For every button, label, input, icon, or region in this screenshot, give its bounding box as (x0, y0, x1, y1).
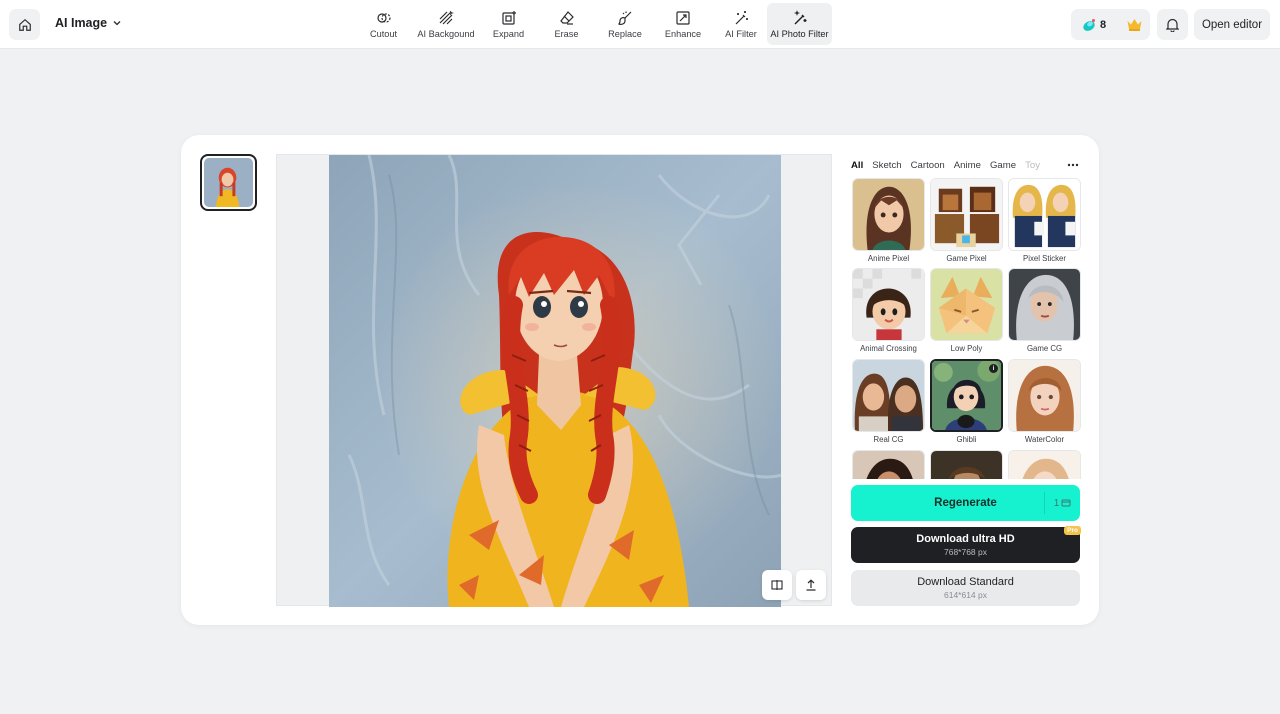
filter-grid: Anime Pixel Game Pixel Pixel Sticker Ani… (851, 177, 1082, 479)
filter-label: WaterColor (1024, 435, 1065, 444)
filter-tile-game-pixel[interactable]: Game Pixel (930, 178, 1003, 263)
tool-cutout[interactable]: Cutout (358, 3, 409, 45)
filter-label: Pixel Sticker (1023, 254, 1066, 263)
chevron-down-icon (113, 21, 121, 26)
credit-count: 8 (1100, 18, 1107, 31)
animal-crossing-preview (853, 269, 924, 340)
compare-button[interactable] (762, 570, 792, 600)
download-hd-label: Download ultra HD (916, 533, 1015, 545)
filter-label: Real CG (873, 435, 904, 444)
top-bar: AI Image Cutout AI Backgound Expand Eras… (0, 0, 1280, 49)
magic-wand-sparkle-icon (793, 9, 806, 24)
filter-category-tabs: All Sketch Cartoon Anime Game Toy (851, 160, 1081, 174)
brush-icon (618, 11, 632, 25)
generated-image (329, 155, 781, 607)
magic-wand-icon (735, 10, 748, 24)
tool-erase[interactable]: Erase (534, 3, 599, 45)
filter-tile-row4-3[interactable] (1008, 450, 1081, 479)
game-pixel-preview (931, 179, 1002, 250)
thumbnail-image (204, 158, 253, 207)
filter-preview-image (1009, 451, 1080, 479)
regenerate-button[interactable]: Regenerate 1 (851, 485, 1080, 521)
filter-label: Game Pixel (946, 254, 987, 263)
eraser-icon (559, 10, 574, 25)
filter-label: Animal Crossing (860, 344, 917, 353)
low-poly-preview (931, 269, 1002, 340)
filter-tile-anime-pixel[interactable]: Anime Pixel (852, 178, 925, 263)
download-ultra-hd-button[interactable]: Download ultra HD 768*768 px Pro (851, 526, 1081, 563)
enhance-icon (676, 10, 690, 25)
filter-tile-row4-1[interactable] (852, 450, 925, 479)
result-card: All Sketch Cartoon Anime Game Toy Anime … (181, 135, 1099, 625)
upload-icon (806, 579, 816, 591)
ai-background-icon (439, 10, 454, 24)
tool-ai-photo-filter[interactable]: AI Photo Filter (767, 3, 832, 45)
download-std-size: 614*614 px (943, 590, 987, 600)
home-button[interactable] (9, 9, 40, 40)
expand-icon (501, 10, 516, 25)
tool-replace[interactable]: Replace (599, 3, 651, 45)
app-title: AI Image (55, 16, 108, 30)
bell-icon (1166, 18, 1179, 32)
download-std-label: Download Standard (917, 576, 1014, 588)
filter-label: Anime Pixel (867, 254, 910, 263)
regenerate-cost: 1 (1044, 492, 1080, 514)
filter-tile-ghibli[interactable]: i Ghibli (930, 359, 1003, 444)
filter-preview-image (853, 451, 924, 479)
anime-pixel-preview (853, 179, 924, 250)
notifications-button[interactable] (1157, 9, 1188, 40)
share-button[interactable] (796, 570, 826, 600)
tool-enhance[interactable]: Enhance (651, 3, 715, 45)
category-tab-sketch[interactable]: Sketch (872, 160, 901, 174)
download-hd-size: 768*768 px (943, 547, 987, 557)
app-switcher[interactable]: AI Image (55, 16, 122, 30)
info-icon[interactable]: i (989, 364, 998, 373)
tool-ai-filter[interactable]: AI Filter (715, 3, 767, 45)
open-editor-button[interactable]: Open editor (1194, 9, 1270, 40)
category-tab-cartoon[interactable]: Cartoon (911, 160, 945, 174)
filter-tile-pixel-sticker[interactable]: Pixel Sticker (1008, 178, 1081, 263)
credit-coin-icon (1083, 18, 1095, 31)
filter-preview-image (931, 451, 1002, 479)
tool-expand[interactable]: Expand (483, 3, 534, 45)
real-cg-preview (853, 360, 924, 431)
filter-label: Ghibli (956, 435, 977, 444)
category-tab-anime[interactable]: Anime (954, 160, 981, 174)
credit-icon (1061, 499, 1071, 507)
tool-bar: Cutout AI Backgound Expand Erase Replace… (358, 3, 832, 45)
more-horizontal-icon (1067, 163, 1079, 167)
pixel-sticker-preview (1009, 179, 1080, 250)
home-icon (18, 18, 31, 31)
result-thumbnail[interactable] (200, 154, 257, 211)
regenerate-label: Regenerate (934, 497, 997, 509)
filter-tile-real-cg[interactable]: Real CG (852, 359, 925, 444)
credits-display[interactable]: 8 (1071, 9, 1150, 40)
filter-tile-row4-2[interactable] (930, 450, 1003, 479)
category-tab-toy[interactable]: Toy (1025, 160, 1040, 174)
compare-icon (771, 580, 783, 590)
pro-badge: Pro (1064, 526, 1081, 535)
tool-ai-background[interactable]: AI Backgound (409, 3, 483, 45)
watercolor-preview (1009, 360, 1080, 431)
filter-tile-animal-crossing[interactable]: Animal Crossing (852, 268, 925, 353)
filter-tile-watercolor[interactable]: WaterColor (1008, 359, 1081, 444)
cutout-icon (376, 12, 391, 23)
filter-tile-game-cg[interactable]: Game CG (1008, 268, 1081, 353)
crown-icon[interactable] (1126, 17, 1143, 32)
more-categories-button[interactable] (1065, 157, 1081, 173)
filter-label: Game CG (1026, 344, 1063, 353)
filter-tile-low-poly[interactable]: Low Poly (930, 268, 1003, 353)
category-tab-game[interactable]: Game (990, 160, 1016, 174)
game-cg-preview (1009, 269, 1080, 340)
filter-label: Low Poly (950, 344, 983, 353)
image-canvas (276, 154, 832, 607)
category-tab-all[interactable]: All (851, 160, 863, 174)
download-standard-button[interactable]: Download Standard 614*614 px (851, 570, 1080, 606)
